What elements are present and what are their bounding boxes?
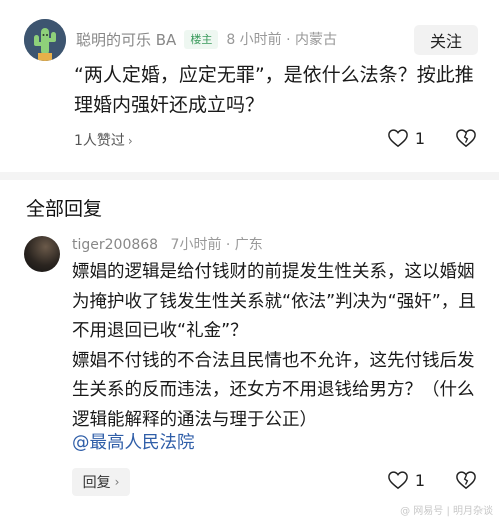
heart-icon — [387, 129, 408, 148]
mention-link[interactable]: @最高人民法院 — [72, 430, 195, 456]
op-badge: 楼主 — [184, 29, 219, 49]
reply-timestamp-location: 7小时前 · 广东 — [170, 237, 263, 253]
reply-button-label: 回复 — [82, 475, 111, 491]
chevron-right-icon: › — [114, 475, 120, 489]
reply-username[interactable]: tiger200868 — [72, 237, 158, 253]
op-header: 聪明的可乐 BA 楼主 8 小时前 · 内蒙古 — [76, 28, 337, 50]
reply-header: tiger200868 7小时前 · 广东 — [72, 234, 263, 254]
like-count: 1 — [414, 128, 425, 148]
heart-icon — [387, 471, 408, 490]
follow-button[interactable]: 关注 — [414, 25, 478, 55]
likes-summary-label: 1人赞过 — [74, 133, 125, 149]
op-username[interactable]: 聪明的可乐 BA — [76, 29, 176, 50]
reply-like-count: 1 — [414, 470, 425, 490]
op-timestamp-location: 8 小时前 · 内蒙古 — [226, 32, 338, 48]
all-replies-heading: 全部回复 — [26, 198, 103, 220]
chevron-right-icon: › — [127, 134, 133, 148]
reply-like-button[interactable]: 1 — [387, 470, 425, 490]
like-button[interactable]: 1 — [387, 128, 425, 148]
original-post: 聪明的可乐 BA 楼主 8 小时前 · 内蒙古 关注 “两人定婚，应定无罪”，是… — [0, 0, 499, 170]
reply-actions: 1 — [387, 470, 477, 490]
broken-heart-icon — [456, 129, 476, 148]
likes-summary[interactable]: 1人赞过 › — [74, 130, 133, 150]
op-actions: 1 — [387, 128, 477, 148]
reply-button[interactable]: 回复 › — [72, 468, 130, 496]
watermark: @ 网易号 | 明月杂谈 — [400, 506, 493, 517]
avatar[interactable] — [24, 19, 66, 61]
reply-body: 嫖娼的逻辑是给付钱财的前提发生性关系，这以婚姻为掩护收了钱发生性关系就“依法”判… — [72, 258, 484, 435]
reply-paragraph-2: 嫖娼不付钱的不合法且民情也不允许，这先付钱后发生关系的反而违法，还女方不用退钱给… — [72, 350, 475, 430]
reply-avatar[interactable] — [24, 236, 60, 272]
section-divider — [0, 172, 499, 180]
reply-dislike-button[interactable] — [455, 470, 477, 490]
cactus-avatar-icon — [24, 19, 66, 61]
reply-paragraph-1: 嫖娼的逻辑是给付钱财的前提发生性关系，这以婚姻为掩护收了钱发生性关系就“依法”判… — [72, 262, 476, 341]
broken-heart-icon — [456, 471, 476, 490]
op-post-text: “两人定婚，应定无罪”，是依什么法条？按此推理婚内强奸还成立吗？ — [74, 64, 474, 116]
dislike-button[interactable] — [455, 128, 477, 148]
